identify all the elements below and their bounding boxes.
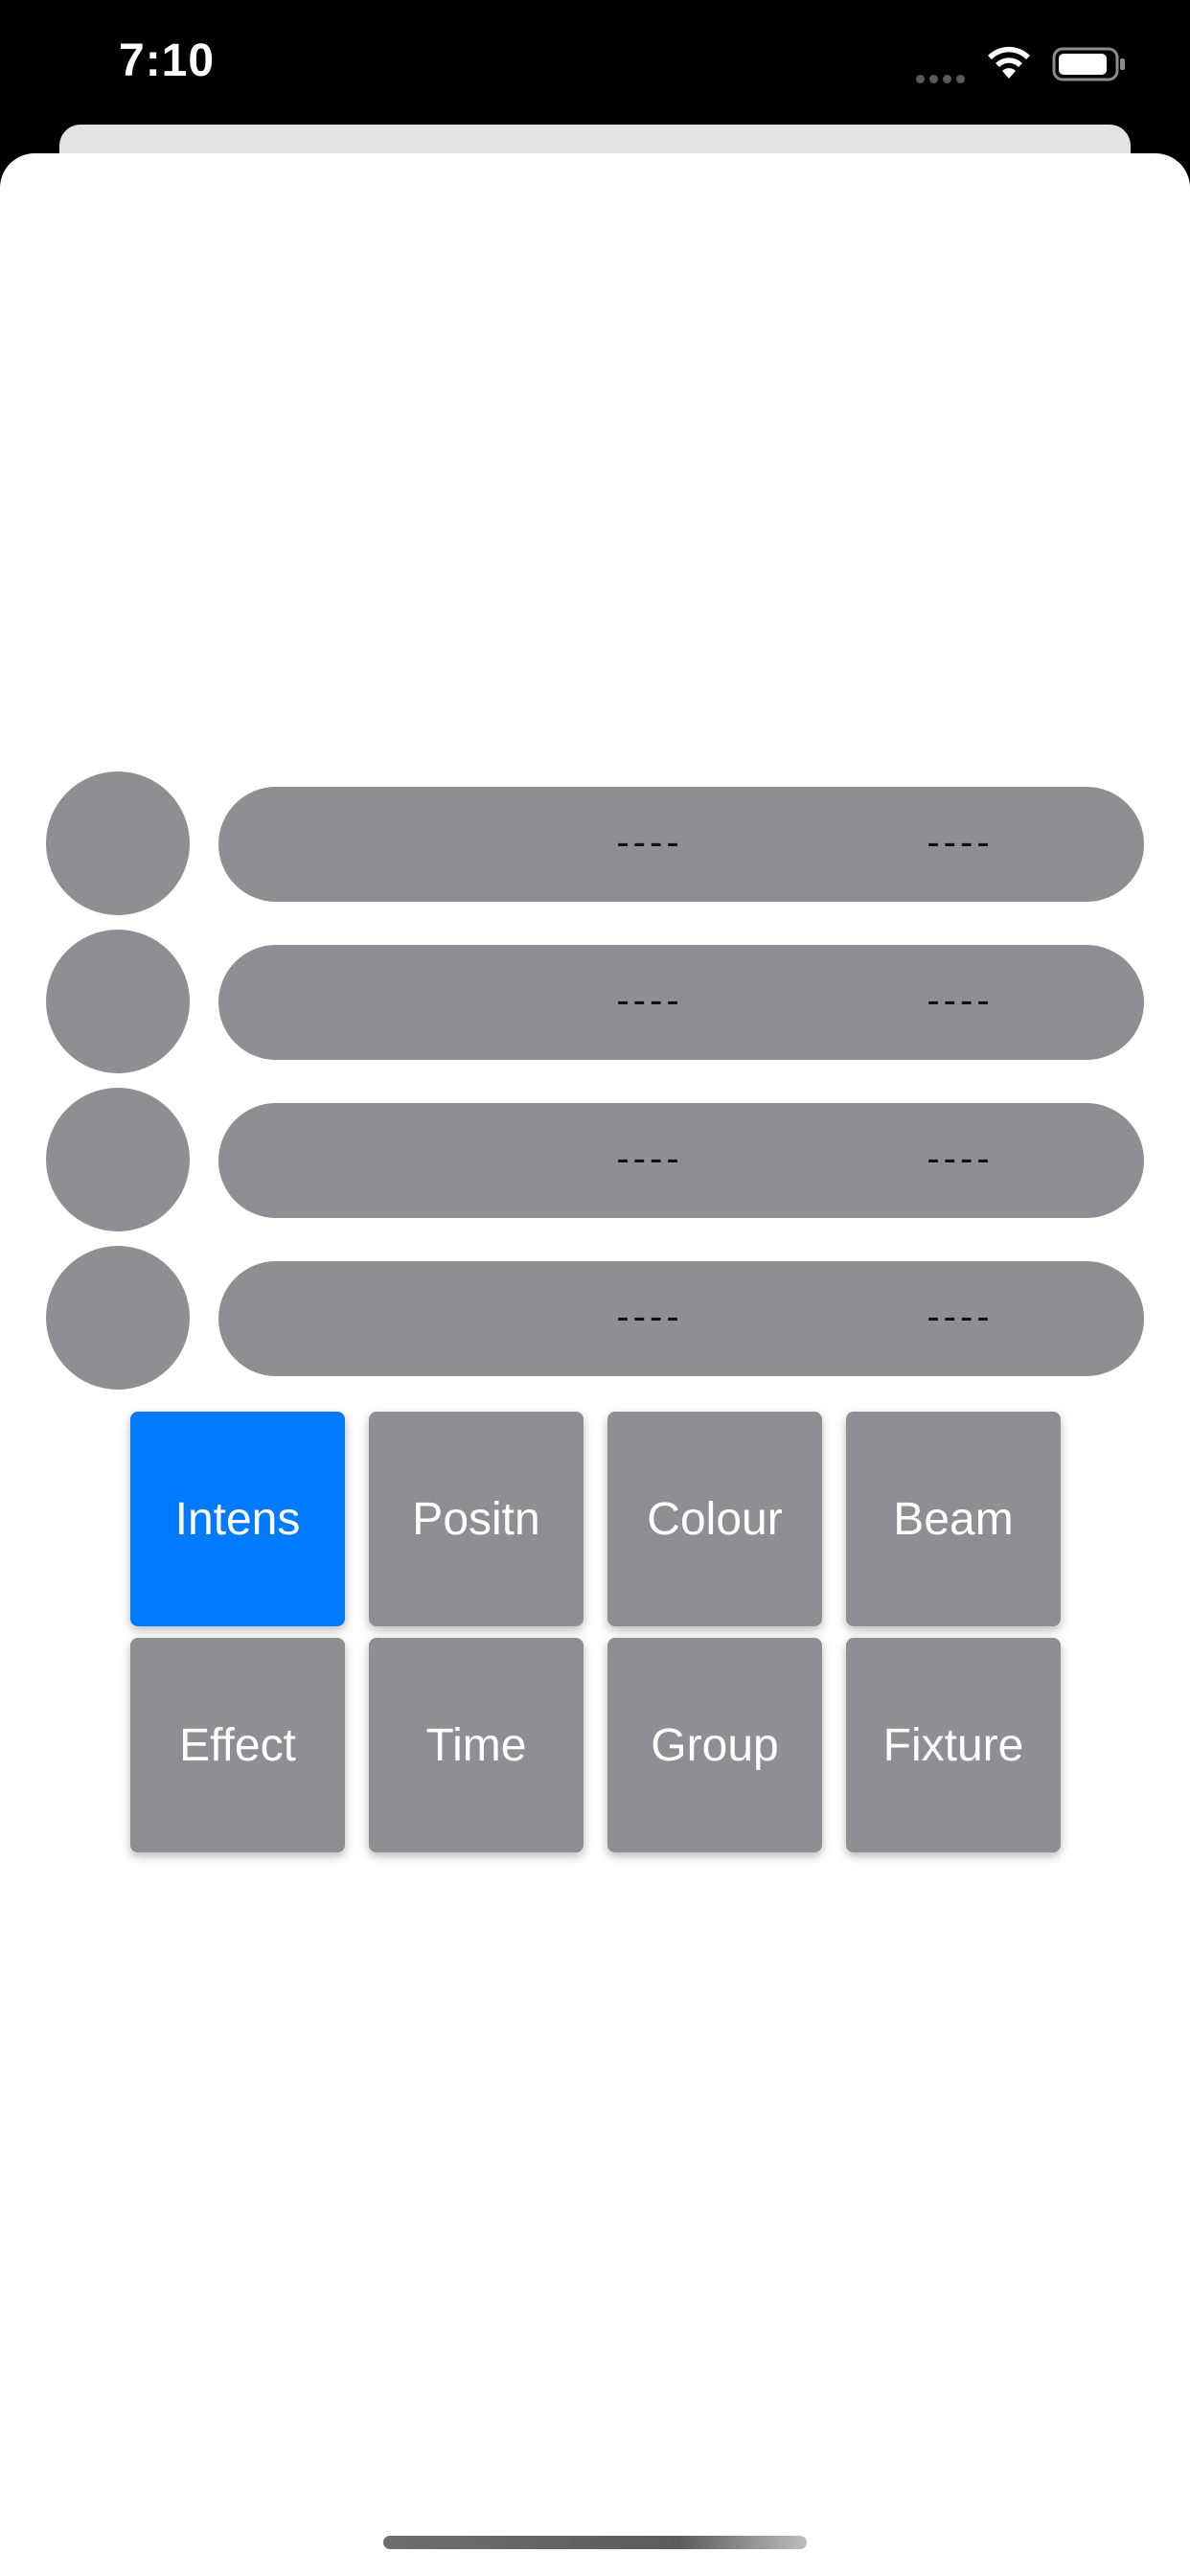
- channel-value: ----: [616, 1138, 683, 1180]
- intens-tile-button[interactable]: Intens: [130, 1412, 345, 1626]
- channel-value: ----: [616, 821, 683, 863]
- battery-icon: [1052, 47, 1125, 81]
- channel-value: ----: [927, 1296, 994, 1338]
- channel-value: ----: [616, 979, 683, 1022]
- channel-indicator-circle[interactable]: [46, 771, 190, 915]
- channel-value: ----: [927, 821, 994, 863]
- channel-indicator-circle[interactable]: [46, 1088, 190, 1231]
- channel-value: ----: [927, 1138, 994, 1180]
- channel-row: ---- ----: [0, 1088, 1190, 1231]
- channel-bar[interactable]: ---- ----: [218, 1103, 1144, 1218]
- channel-bar[interactable]: ---- ----: [218, 945, 1144, 1060]
- positn-tile-button[interactable]: Positn: [369, 1412, 584, 1626]
- channel-indicator-circle[interactable]: [46, 930, 190, 1073]
- modal-sheet: ---- ---- ---- ---- ---- ---- ---- ---- …: [0, 153, 1190, 2576]
- colour-tile-button[interactable]: Colour: [607, 1412, 822, 1626]
- cellular-signal-icon: [916, 71, 973, 83]
- status-time: 7:10: [119, 35, 216, 86]
- channel-bar[interactable]: ---- ----: [218, 787, 1144, 902]
- channel-indicator-circle[interactable]: [46, 1246, 190, 1390]
- group-tile-button[interactable]: Group: [607, 1638, 822, 1852]
- channel-bar[interactable]: ---- ----: [218, 1261, 1144, 1376]
- fixture-tile-button[interactable]: Fixture: [846, 1638, 1061, 1852]
- effect-tile-button[interactable]: Effect: [130, 1638, 345, 1852]
- channel-value: ----: [616, 1296, 683, 1338]
- status-bar: 7:10: [0, 0, 1190, 125]
- beam-tile-button[interactable]: Beam: [846, 1412, 1061, 1626]
- channel-row: ---- ----: [0, 771, 1190, 915]
- home-indicator[interactable]: [383, 2536, 807, 2549]
- channel-value: ----: [927, 979, 994, 1022]
- time-tile-button[interactable]: Time: [369, 1638, 584, 1852]
- wifi-icon: [988, 46, 1030, 79]
- channel-row: ---- ----: [0, 930, 1190, 1073]
- channel-row: ---- ----: [0, 1246, 1190, 1390]
